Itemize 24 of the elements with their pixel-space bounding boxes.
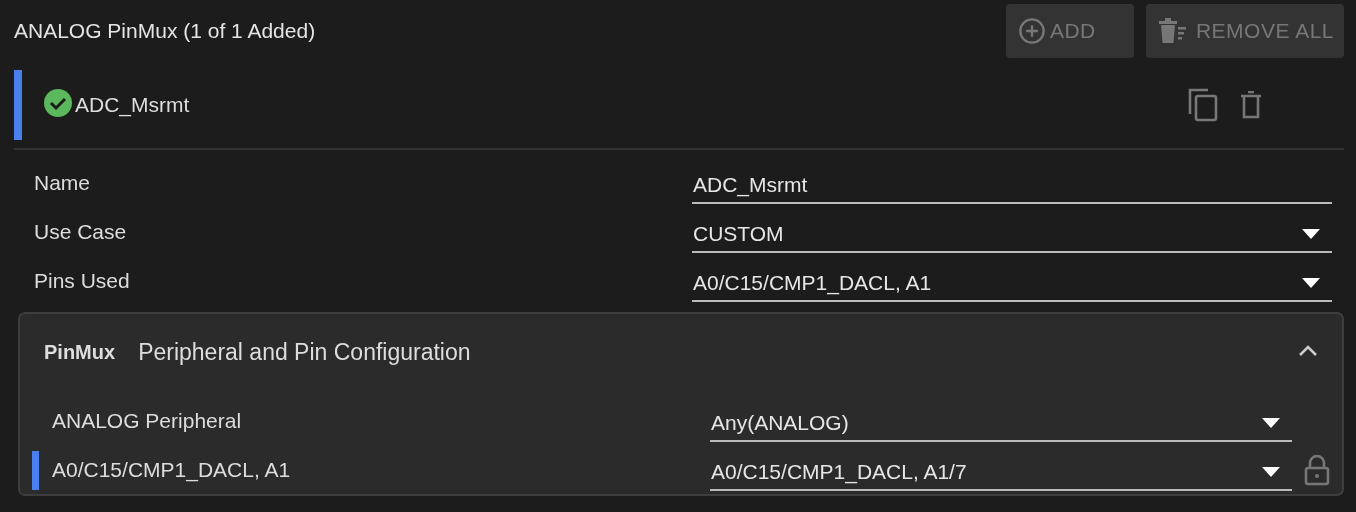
panel-tag: PinMux — [44, 340, 116, 364]
field-label: Name — [34, 170, 92, 195]
section-title: ANALOG PinMux (1 of 1 Added) — [14, 19, 316, 43]
dropdown-arrow-icon — [1262, 466, 1280, 477]
field-label: Use Case — [34, 219, 128, 244]
chevron-up-icon[interactable] — [1298, 345, 1318, 357]
dropdown-field[interactable]: CUSTOM — [692, 216, 1332, 253]
dropdown-field[interactable]: A0/C15/CMP1_DACL, A1 — [692, 265, 1332, 302]
field-label: A0/C15/CMP1_DACL, A1 — [52, 457, 292, 482]
lock-icon[interactable] — [1304, 453, 1330, 486]
instance-name[interactable]: ADC_Msrmt — [75, 93, 190, 117]
field-label: ANALOG Peripheral — [52, 408, 243, 433]
dropdown-arrow-icon — [1262, 417, 1280, 428]
copy-icon[interactable] — [1188, 88, 1218, 122]
delete-icon[interactable] — [1240, 91, 1262, 119]
text-field[interactable]: ADC_Msrmt — [692, 167, 1332, 204]
field-label: Pins Used — [34, 268, 131, 293]
dropdown-field[interactable]: Any(ANALOG) — [710, 405, 1292, 442]
dropdown-field[interactable]: A0/C15/CMP1_DACL, A1/7 — [710, 454, 1292, 491]
plus-circle-icon — [1017, 17, 1046, 45]
panel-title: Peripheral and Pin Configuration — [138, 338, 472, 366]
dropdown-arrow-icon — [1302, 277, 1320, 288]
panel-header[interactable]: PinMux Peripheral and Pin Configuration — [20, 314, 1342, 390]
dropdown-arrow-icon — [1302, 228, 1320, 239]
